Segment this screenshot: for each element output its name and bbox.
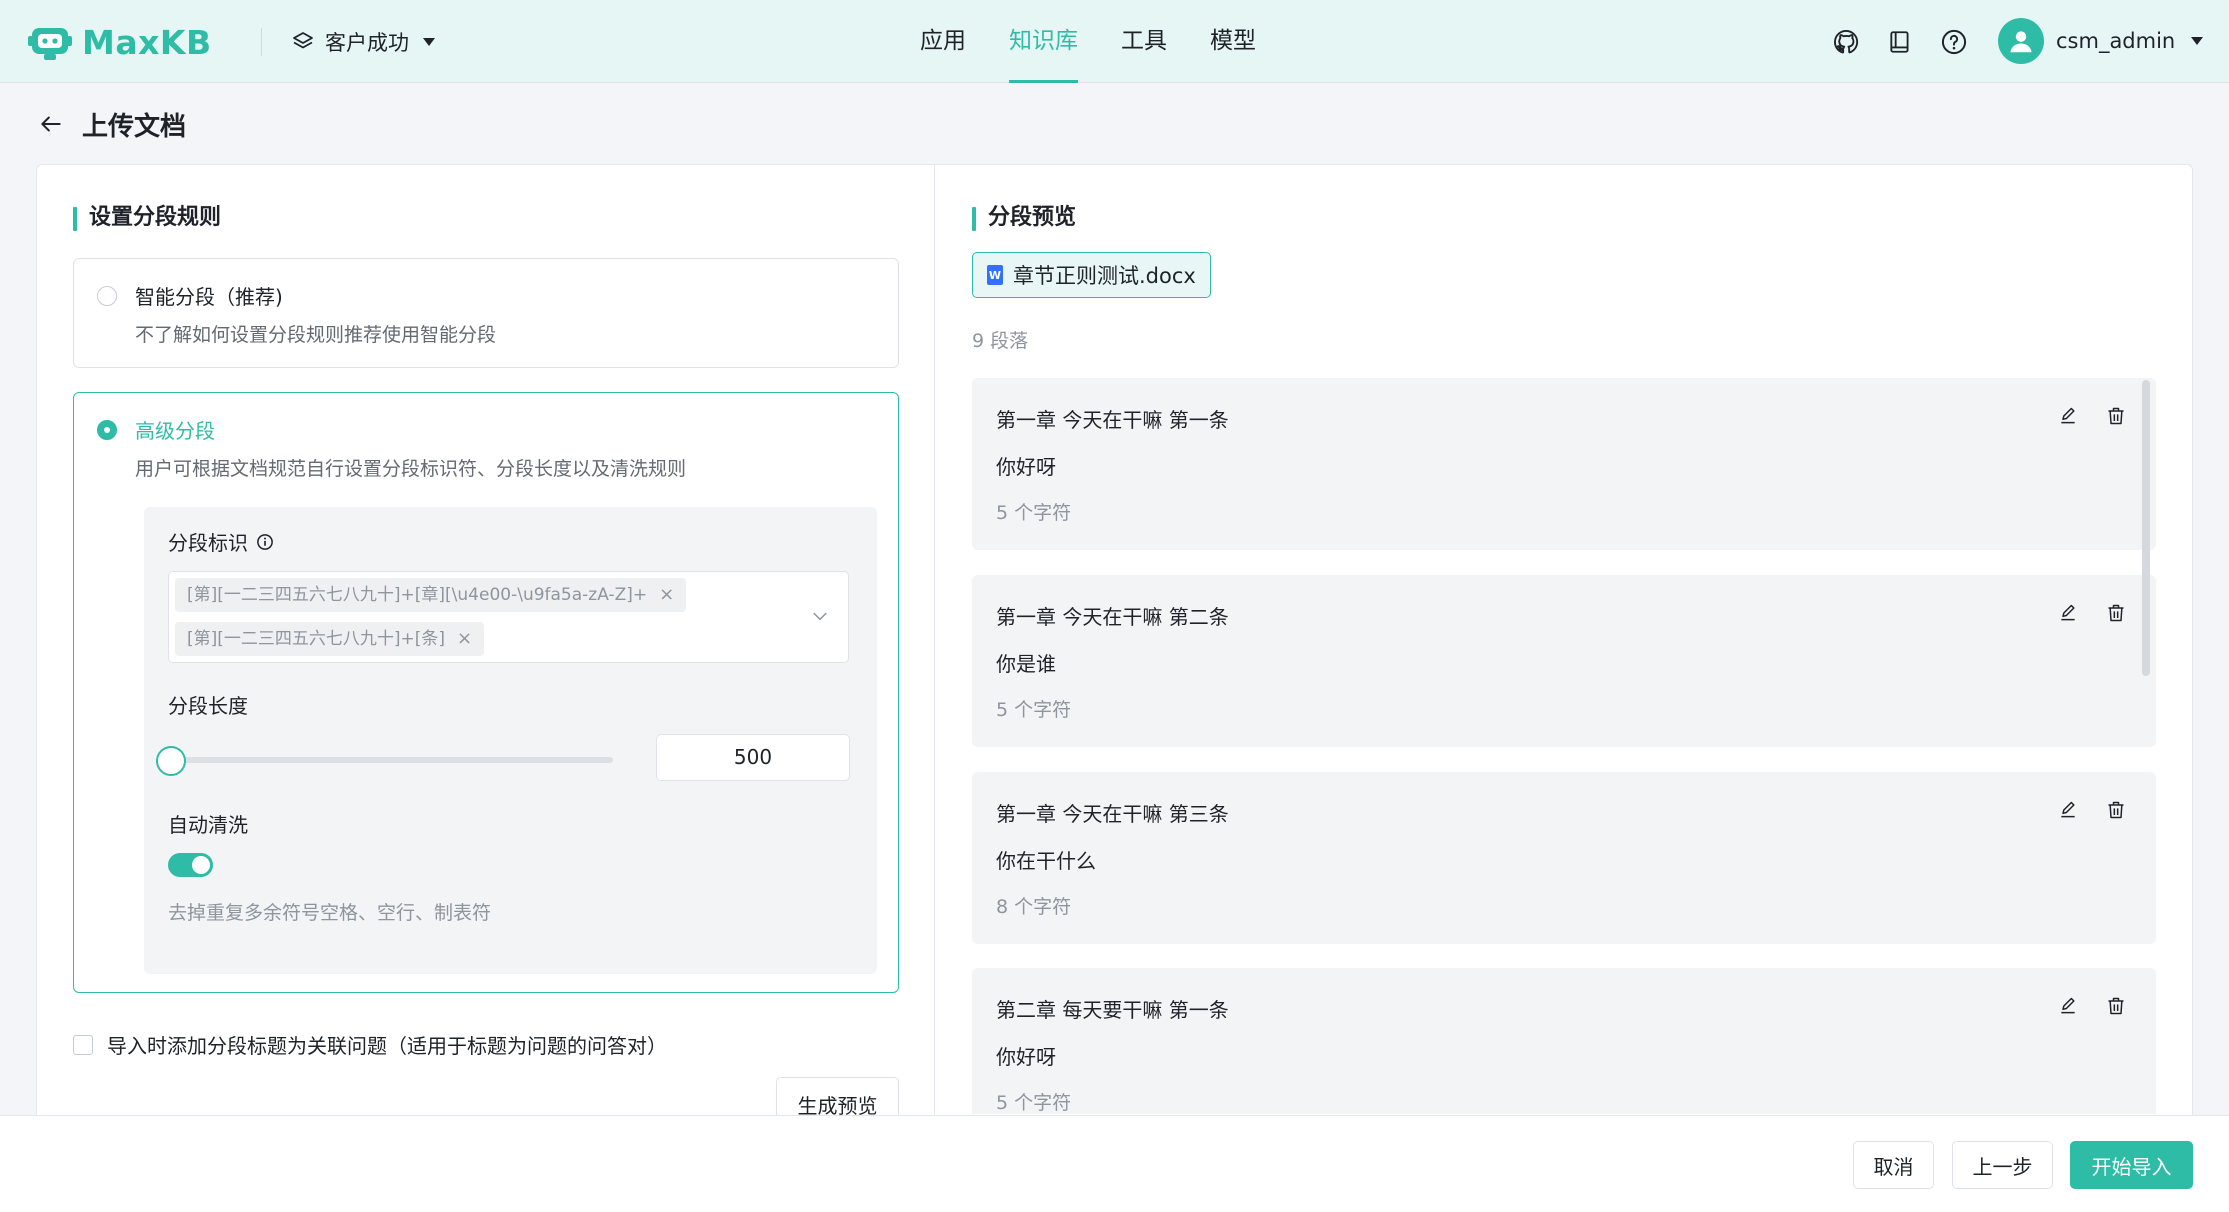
nav-item-tools[interactable]: 工具 [1121, 0, 1167, 83]
book-icon[interactable] [1884, 26, 1916, 58]
close-icon[interactable]: × [457, 622, 472, 656]
generate-preview-button[interactable]: 生成预览 [776, 1077, 899, 1118]
delete-icon[interactable] [2104, 404, 2128, 428]
paragraph-card[interactable]: 第一章 今天在干嘛 第二条 你是谁 5 个字符 [972, 575, 2156, 747]
paragraph-content: 你好呀 [996, 455, 1056, 479]
preview-scrollbar[interactable] [2142, 380, 2150, 676]
paragraph-actions [2056, 994, 2128, 1018]
paragraph-title: 第一章 今天在干嘛 第一条 [996, 408, 1229, 432]
user-icon [2010, 31, 2032, 53]
separator-tag-text: [第][一二三四五六七八九十]+[章][\u4e00-\u9fa5a-zA-Z]… [187, 585, 648, 605]
separator-label-row: 分段标识 [168, 527, 274, 556]
github-icon[interactable] [1830, 26, 1862, 58]
nav-item-knowledge[interactable]: 知识库 [1009, 0, 1078, 83]
edit-icon[interactable] [2056, 404, 2080, 428]
paragraph-char-count: 5 个字符 [996, 1092, 1072, 1114]
close-icon[interactable]: × [659, 578, 674, 612]
caret-down-icon [423, 38, 435, 46]
back-arrow-icon[interactable] [36, 109, 66, 139]
paragraph-content: 你好呀 [996, 1045, 1056, 1069]
paragraph-content: 你是谁 [996, 652, 1056, 676]
length-label: 分段长度 [168, 694, 248, 718]
smart-segment-title: 智能分段（推荐) [135, 285, 283, 309]
paragraph-count: 9 段落 [972, 330, 1029, 352]
layers-icon [293, 32, 313, 49]
file-tab[interactable]: W 章节正则测试.docx [972, 252, 1211, 298]
advanced-segment-desc: 用户可根据文档规范自行设置分段标识符、分段长度以及清洗规则 [135, 458, 687, 480]
paragraph-card[interactable]: 第一章 今天在干嘛 第三条 你在干什么 8 个字符 [972, 772, 2156, 944]
prev-step-button[interactable]: 上一步 [1952, 1141, 2053, 1189]
preview-section-title: 分段预览 [972, 204, 1076, 232]
advanced-settings-panel: 分段标识 [第][一二三四五六七八九十]+[章][\u4e00-\u9fa5a-… [144, 507, 877, 974]
separator-select[interactable]: [第][一二三四五六七八九十]+[章][\u4e00-\u9fa5a-zA-Z]… [168, 571, 849, 663]
auto-clean-toggle[interactable] [168, 853, 213, 877]
title-as-question-checkbox[interactable] [73, 1034, 93, 1055]
footer-bar: 取消 上一步 开始导入 [0, 1115, 2229, 1212]
workspace-name: 客户成功 [325, 31, 409, 55]
page-title-row: 上传文档 [36, 104, 186, 144]
page-title: 上传文档 [82, 111, 187, 142]
length-input[interactable]: 500 [656, 734, 850, 781]
paragraph-title: 第一章 今天在干嘛 第三条 [996, 802, 1229, 826]
header-icon-group [1830, 26, 1970, 58]
paragraph-actions [2056, 798, 2128, 822]
file-name: 章节正则测试.docx [1013, 264, 1196, 288]
column-divider [934, 165, 935, 1115]
paragraph-title: 第二章 每天要干嘛 第一条 [996, 998, 1229, 1022]
rules-section-title: 设置分段规则 [73, 204, 221, 232]
paragraph-char-count: 5 个字符 [996, 502, 1072, 524]
avatar [1998, 18, 2044, 64]
length-slider-track[interactable] [168, 757, 613, 763]
word-doc-icon: W [987, 265, 1003, 285]
paragraph-content: 你在干什么 [996, 849, 1096, 873]
paragraph-card[interactable]: 第一章 今天在干嘛 第一条 你好呀 5 个字符 [972, 378, 2156, 550]
separator-label: 分段标识 [168, 531, 248, 555]
username: csm_admin [2056, 29, 2176, 53]
info-icon[interactable] [256, 533, 274, 551]
paragraph-title: 第一章 今天在干嘛 第二条 [996, 605, 1229, 629]
separator-tag: [第][一二三四五六七八九十]+[章][\u4e00-\u9fa5a-zA-Z]… [175, 578, 687, 612]
paragraph-actions [2056, 601, 2128, 625]
start-import-button[interactable]: 开始导入 [2070, 1141, 2193, 1189]
paragraph-card[interactable]: 第二章 每天要干嘛 第一条 你好呀 5 个字符 [972, 968, 2156, 1114]
logo-text: MaxKB [82, 22, 212, 62]
paragraph-preview-list: 第一章 今天在干嘛 第一条 你好呀 5 个字符 第一章 今天在干嘛 第二条 你是… [972, 378, 2158, 1114]
separator-tag-text: [第][一二三四五六七八九十]+[条] [187, 629, 446, 649]
title-as-question-label: 导入时添加分段标题为关联问题（适用于标题为问题的问答对） [107, 1034, 667, 1058]
edit-icon[interactable] [2056, 798, 2080, 822]
help-icon[interactable] [1938, 26, 1970, 58]
nav-item-models[interactable]: 模型 [1210, 0, 1256, 83]
advanced-segment-title: 高级分段 [135, 419, 215, 443]
paragraph-actions [2056, 404, 2128, 428]
workspace-selector[interactable]: 客户成功 [291, 26, 435, 58]
edit-icon[interactable] [2056, 601, 2080, 625]
delete-icon[interactable] [2104, 798, 2128, 822]
chevron-down-icon[interactable] [810, 606, 830, 626]
logo[interactable]: MaxKB [28, 20, 212, 64]
delete-icon[interactable] [2104, 994, 2128, 1018]
auto-clean-help: 去掉重复多余符号空格、空行、制表符 [168, 902, 492, 924]
paragraph-char-count: 5 个字符 [996, 699, 1072, 721]
length-slider-handle[interactable] [156, 746, 186, 776]
header-divider [261, 28, 262, 56]
title-as-question-option[interactable]: 导入时添加分段标题为关联问题（适用于标题为问题的问答对） [73, 1030, 667, 1059]
user-menu[interactable]: csm_admin [1998, 17, 2204, 65]
nav-item-app[interactable]: 应用 [920, 0, 966, 83]
top-header: MaxKB 客户成功 应用 知识库 工具 模型 csm_admin [0, 0, 2229, 83]
smart-segment-desc: 不了解如何设置分段规则推荐使用智能分段 [135, 324, 497, 346]
auto-clean-label: 自动清洗 [168, 813, 248, 837]
advanced-segment-radio[interactable] [97, 420, 117, 440]
smart-segment-option[interactable]: 智能分段（推荐) 不了解如何设置分段规则推荐使用智能分段 [73, 258, 899, 368]
maxkb-robot-icon [28, 28, 72, 60]
cancel-button[interactable]: 取消 [1853, 1141, 1934, 1189]
delete-icon[interactable] [2104, 601, 2128, 625]
edit-icon[interactable] [2056, 994, 2080, 1018]
advanced-segment-option[interactable]: 高级分段 用户可根据文档规范自行设置分段标识符、分段长度以及清洗规则 分段标识 … [73, 392, 899, 993]
caret-down-icon [2191, 37, 2204, 45]
smart-segment-radio[interactable] [97, 286, 117, 306]
separator-tag: [第][一二三四五六七八九十]+[条] × [175, 622, 485, 656]
paragraph-char-count: 8 个字符 [996, 896, 1072, 918]
main-nav: 应用 知识库 工具 模型 [920, 0, 1256, 83]
